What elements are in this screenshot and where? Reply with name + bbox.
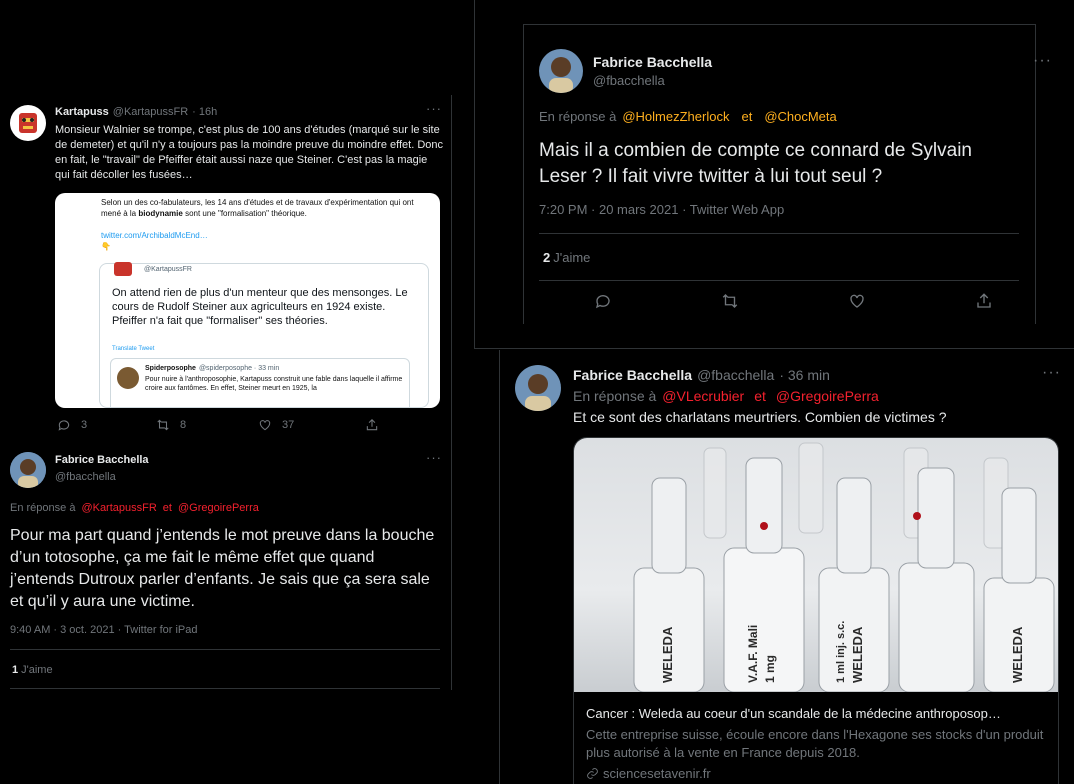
divider bbox=[539, 233, 1019, 234]
mention-link[interactable]: @HolmezZherlock bbox=[622, 109, 729, 124]
retweet-icon bbox=[157, 419, 169, 431]
more-options-icon[interactable]: ··· bbox=[426, 450, 442, 465]
author-handle[interactable]: @fbacchella bbox=[55, 471, 116, 483]
author-name[interactable]: Kartapuss bbox=[55, 106, 109, 118]
avatar bbox=[117, 367, 139, 389]
mention-link[interactable]: @KartapussFR bbox=[81, 502, 156, 514]
author-handle[interactable]: @fbacchella bbox=[697, 367, 774, 383]
tweet-text: Pour ma part quand j’entends le mot preu… bbox=[10, 527, 435, 610]
more-options-icon[interactable]: ··· bbox=[1033, 52, 1052, 70]
tweet-text: Mais il a combien de compte ce connard d… bbox=[539, 140, 973, 187]
left-tweet-panel: Kartapuss @KartapussFR · 16h ··· Monsieu… bbox=[0, 95, 452, 690]
likes-stat[interactable]: 1 J'aime bbox=[12, 664, 53, 676]
inner-tweet-text: On attend rien de plus d'un menteur que … bbox=[112, 287, 408, 327]
like-button[interactable]: 37 bbox=[258, 418, 294, 432]
author-name[interactable]: Fabrice Bacchella bbox=[593, 54, 712, 70]
tweet-time[interactable]: · 36 min bbox=[779, 367, 830, 383]
inner-handle: @KartapussFR bbox=[144, 266, 192, 273]
reply-prefix: En réponse à bbox=[10, 502, 76, 514]
likes-count: 2 bbox=[543, 250, 551, 265]
avatar[interactable] bbox=[10, 105, 46, 141]
heart-icon bbox=[850, 294, 864, 308]
nested-name: Spiderposophe bbox=[145, 365, 196, 372]
card-domain: sciencesetavenir.fr bbox=[603, 766, 711, 781]
avatar bbox=[114, 262, 132, 276]
mention-link[interactable]: @ChocMeta bbox=[764, 109, 836, 124]
vial-label: WELEDA bbox=[660, 626, 675, 683]
share-button[interactable] bbox=[365, 418, 379, 432]
link-card[interactable]: WELEDA V.A.F. Mali 1 mg 1 ml inj. s.c. W… bbox=[573, 437, 1059, 784]
embed-text-end: sont une "formalisation" théorique. bbox=[185, 209, 307, 218]
more-options-icon[interactable]: ··· bbox=[1042, 364, 1061, 382]
avatar[interactable] bbox=[515, 365, 561, 411]
reply-and: et bbox=[162, 502, 172, 514]
reply-prefix: En réponse à bbox=[573, 388, 657, 404]
likes-stat[interactable]: 2 J'aime bbox=[543, 250, 590, 265]
share-icon bbox=[366, 419, 378, 431]
reply-icon bbox=[58, 420, 70, 431]
tweet-text: Monsieur Walnier se trompe, c'est plus d… bbox=[55, 124, 443, 181]
retweet-button[interactable] bbox=[721, 292, 739, 310]
vial-label: WELEDA bbox=[850, 626, 865, 683]
retweet-button[interactable]: 8 bbox=[156, 418, 186, 432]
reply-and: et bbox=[741, 109, 753, 124]
bottom-right-tweet-panel: Fabrice Bacchella @fbacchella · 36 min ·… bbox=[499, 350, 1074, 784]
likes-label: J'aime bbox=[553, 250, 591, 265]
divider bbox=[539, 280, 1019, 281]
card-title: Cancer : Weleda au coeur d'un scandale d… bbox=[586, 706, 1001, 721]
vial-label: 1 mg bbox=[763, 655, 777, 683]
avatar[interactable] bbox=[539, 49, 583, 93]
tweet-meta[interactable]: 7:20 PM · 20 mars 2021 · Twitter Web App bbox=[539, 202, 784, 217]
divider bbox=[10, 688, 440, 689]
reply-icon bbox=[595, 295, 610, 309]
vial-label: V.A.F. Mali bbox=[746, 625, 760, 683]
reply-button[interactable]: 3 bbox=[57, 418, 87, 432]
likes-label: J'aime bbox=[21, 664, 53, 676]
likes-count: 1 bbox=[12, 664, 19, 676]
mention-link[interactable]: @VLecrubier bbox=[662, 388, 744, 404]
embedded-image[interactable]: Selon un des co-fabulateurs, les 14 ans … bbox=[55, 193, 440, 408]
reply-and: et bbox=[754, 388, 766, 404]
reply-prefix: En réponse à bbox=[539, 109, 617, 124]
author-name[interactable]: Fabrice Bacchella bbox=[573, 367, 692, 383]
author-name[interactable]: Fabrice Bacchella bbox=[55, 454, 149, 466]
embed-link[interactable]: twitter.com/ArchibaldMcEnd… bbox=[101, 231, 208, 240]
heart-icon bbox=[259, 420, 271, 431]
vial-label: 1 ml inj. s.c. bbox=[835, 621, 847, 683]
nested-handle: @spiderposophe · 33 min bbox=[198, 365, 280, 372]
avatar[interactable] bbox=[10, 452, 46, 488]
tweet-meta[interactable]: 9:40 AM · 3 oct. 2021 · Twitter for iPad bbox=[10, 624, 198, 636]
vial-label: WELEDA bbox=[1010, 626, 1025, 683]
card-image: WELEDA V.A.F. Mali 1 mg 1 ml inj. s.c. W… bbox=[574, 438, 1058, 692]
top-right-tweet-panel: Fabrice Bacchella @fbacchella ··· En rép… bbox=[474, 0, 1074, 349]
card-description: Cette entreprise suisse, écoule encore d… bbox=[586, 727, 1044, 760]
author-handle[interactable]: @fbacchella bbox=[593, 73, 665, 88]
share-button[interactable] bbox=[975, 292, 993, 310]
share-icon bbox=[977, 293, 991, 308]
embed-bold-word: biodynamie bbox=[138, 209, 183, 218]
like-button[interactable] bbox=[848, 292, 866, 310]
reply-count: 3 bbox=[81, 419, 88, 431]
author-handle[interactable]: @KartapussFR bbox=[113, 106, 188, 118]
divider bbox=[10, 649, 440, 650]
mention-link[interactable]: @GregoirePerra bbox=[776, 388, 879, 404]
nested-text: Pour nuire à l'anthroposophie, Kartapuss… bbox=[145, 376, 403, 392]
retweet-count: 8 bbox=[180, 419, 187, 431]
link-icon bbox=[587, 768, 598, 779]
more-options-icon[interactable]: ··· bbox=[426, 101, 442, 116]
tweet-text: Et ce sont des charlatans meurtriers. Co… bbox=[573, 409, 947, 425]
tweet-time[interactable]: · 16h bbox=[192, 106, 217, 118]
mention-link[interactable]: @GregoirePerra bbox=[178, 502, 259, 514]
retweet-icon bbox=[722, 294, 738, 308]
like-count: 37 bbox=[282, 419, 295, 431]
translate-link[interactable]: Translate Tweet bbox=[112, 346, 154, 352]
reply-button[interactable] bbox=[594, 292, 612, 310]
pointing-down-icon: 👇 bbox=[101, 242, 111, 251]
